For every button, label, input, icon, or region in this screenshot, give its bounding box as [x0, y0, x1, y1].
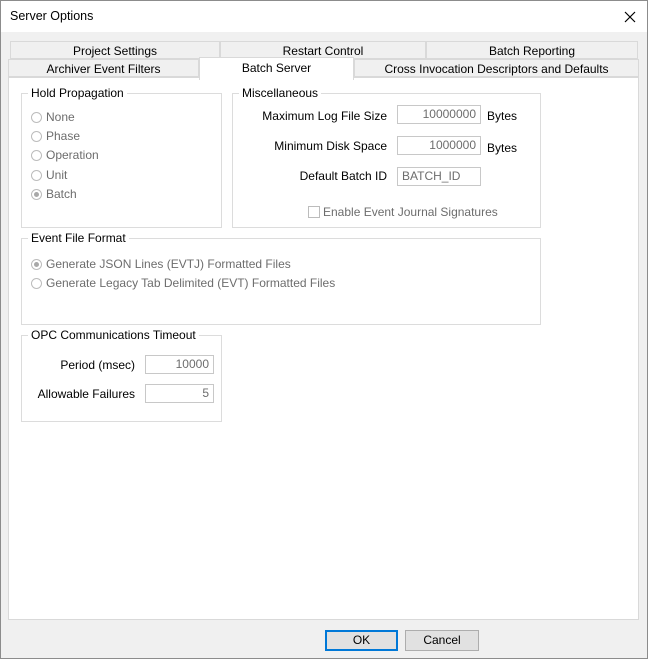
max-log-size-unit: Bytes: [487, 109, 518, 123]
radio-evt[interactable]: Generate Legacy Tab Delimited (EVT) Form…: [31, 276, 335, 290]
radio-button[interactable]: [31, 149, 42, 161]
radio-none[interactable]: None: [31, 110, 75, 124]
miscellaneous-title: Miscellaneous: [239, 86, 322, 100]
batch-server-panel: Hold Propagation None Phase Operation Un…: [8, 77, 639, 620]
radio-label: Phase: [46, 129, 81, 143]
radio-button[interactable]: [31, 277, 42, 289]
opc-timeout-title: OPC Communications Timeout: [28, 328, 199, 342]
tab-project-settings[interactable]: Project Settings: [10, 41, 220, 59]
server-options-dialog: Server Options Project Settings Restart …: [0, 0, 648, 659]
tab-batch-server[interactable]: Batch Server: [199, 57, 354, 80]
radio-operation[interactable]: Operation: [31, 148, 99, 162]
hold-propagation-title: Hold Propagation: [28, 86, 127, 100]
radio-label: Generate Legacy Tab Delimited (EVT) Form…: [46, 276, 336, 290]
ok-button[interactable]: OK: [325, 630, 398, 651]
period-field[interactable]: 10000: [145, 355, 214, 374]
opc-timeout-group: OPC Communications Timeout Period (msec)…: [21, 328, 222, 422]
miscellaneous-group: Miscellaneous Maximum Log File Size 1000…: [232, 86, 541, 228]
radio-button[interactable]: [31, 130, 42, 142]
default-batch-id-field[interactable]: BATCH_ID: [397, 167, 481, 186]
hold-propagation-group: Hold Propagation None Phase Operation Un…: [21, 86, 222, 228]
radio-label: None: [46, 110, 75, 124]
cancel-button[interactable]: Cancel: [405, 630, 479, 651]
radio-label: Operation: [46, 148, 99, 162]
max-log-size-label: Maximum Log File Size: [262, 109, 387, 123]
radio-button[interactable]: [31, 169, 42, 181]
radio-unit[interactable]: Unit: [31, 168, 67, 182]
enable-journal-label: Enable Event Journal Signatures: [323, 205, 498, 219]
event-file-format-group: Event File Format Generate JSON Lines (E…: [21, 231, 541, 325]
allowable-failures-label: Allowable Failures: [37, 387, 135, 401]
default-batch-id-label: Default Batch ID: [299, 169, 387, 183]
radio-evtj[interactable]: Generate JSON Lines (EVTJ) Formatted Fil…: [31, 257, 291, 271]
radio-label: Batch: [46, 187, 77, 201]
tab-archiver-event-filters[interactable]: Archiver Event Filters: [8, 59, 199, 77]
event-file-format-title: Event File Format: [28, 231, 129, 245]
allowable-failures-field[interactable]: 5: [145, 384, 214, 403]
min-disk-label: Minimum Disk Space: [274, 139, 387, 153]
radio-label: Unit: [46, 168, 68, 182]
radio-label: Generate JSON Lines (EVTJ) Formatted Fil…: [46, 257, 291, 271]
radio-button[interactable]: [31, 188, 42, 200]
radio-batch[interactable]: Batch: [31, 187, 77, 201]
enable-journal-checkbox[interactable]: [308, 206, 320, 218]
tab-cross-invocation[interactable]: Cross Invocation Descriptors and Default…: [354, 59, 639, 77]
window-title: Server Options: [10, 9, 94, 23]
radio-button[interactable]: [31, 111, 42, 123]
title-bar: Server Options: [1, 1, 647, 32]
min-disk-field[interactable]: 1000000: [397, 136, 481, 155]
radio-phase[interactable]: Phase: [31, 129, 80, 143]
tab-batch-reporting[interactable]: Batch Reporting: [426, 41, 638, 59]
close-icon: [624, 11, 636, 22]
radio-button[interactable]: [31, 258, 42, 270]
max-log-size-field[interactable]: 10000000: [397, 105, 481, 124]
close-button[interactable]: [613, 1, 647, 32]
period-label: Period (msec): [60, 358, 135, 372]
min-disk-unit: Bytes: [487, 141, 518, 155]
